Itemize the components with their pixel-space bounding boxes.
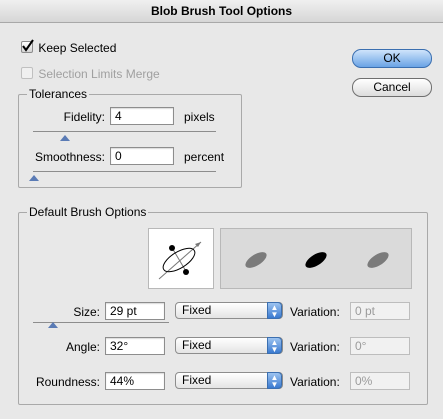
roundness-input[interactable]: 44% bbox=[105, 372, 165, 390]
angle-variation-label: Variation: bbox=[290, 340, 340, 354]
selection-limits-merge-checkbox[interactable]: Selection Limits Merge bbox=[21, 66, 160, 81]
cancel-button[interactable]: Cancel bbox=[352, 78, 432, 97]
fidelity-label: Fidelity: bbox=[63, 110, 105, 124]
checkbox-icon bbox=[21, 67, 33, 79]
tolerances-legend: Tolerances bbox=[27, 87, 90, 101]
roundness-mode-value: Fixed bbox=[182, 373, 212, 387]
smoothness-input[interactable]: 0 bbox=[110, 147, 174, 165]
size-variation-label: Variation: bbox=[290, 305, 340, 319]
angle-mode-value: Fixed bbox=[182, 338, 212, 352]
roundness-mode-select[interactable]: Fixed ▲ ▼ bbox=[175, 372, 283, 389]
roundness-label: Roundness: bbox=[35, 375, 100, 389]
dialog-title: Blob Brush Tool Options bbox=[0, 0, 443, 23]
size-mode-select[interactable]: Fixed ▲ ▼ bbox=[175, 302, 283, 319]
size-variation-input[interactable]: 0 pt bbox=[350, 302, 410, 320]
angle-input[interactable]: 32° bbox=[105, 337, 165, 355]
roundness-variation-label: Variation: bbox=[290, 375, 340, 389]
angle-label: Angle: bbox=[65, 340, 100, 354]
angle-variation-input[interactable]: 0° bbox=[350, 337, 410, 355]
default-brush-options-legend: Default Brush Options bbox=[27, 205, 149, 219]
dialog-window: Blob Brush Tool Options Keep Selected Se… bbox=[0, 0, 443, 419]
brush-preview-icon bbox=[245, 252, 389, 268]
checkbox-icon bbox=[21, 39, 34, 53]
slider-thumb-icon[interactable] bbox=[60, 135, 70, 141]
smoothness-unit: percent bbox=[184, 150, 225, 164]
keep-selected-checkbox[interactable]: Keep Selected bbox=[21, 39, 117, 55]
roundness-variation-input[interactable]: 0% bbox=[350, 372, 410, 390]
angle-mode-select[interactable]: Fixed ▲ ▼ bbox=[175, 337, 283, 354]
brush-angle-icon bbox=[158, 241, 202, 280]
smoothness-slider-track[interactable] bbox=[33, 171, 216, 172]
fidelity-unit: pixels bbox=[184, 110, 215, 124]
fidelity-slider-track[interactable] bbox=[33, 131, 216, 132]
smoothness-label: Smoothness: bbox=[34, 150, 105, 164]
size-mode-value: Fixed bbox=[182, 303, 212, 317]
slider-thumb-icon[interactable] bbox=[29, 175, 39, 181]
brush-angle-preview[interactable] bbox=[148, 228, 214, 289]
brush-preview-panel bbox=[220, 228, 412, 289]
dropdown-arrow-icon: ▲ ▼ bbox=[267, 337, 282, 354]
dropdown-arrow-icon: ▲ ▼ bbox=[267, 372, 282, 389]
dropdown-arrow-icon: ▲ ▼ bbox=[267, 302, 282, 319]
slider-thumb-icon[interactable] bbox=[48, 322, 58, 328]
size-label: Size: bbox=[73, 305, 100, 319]
selection-limits-merge-label: Selection Limits Merge bbox=[38, 67, 160, 81]
keep-selected-label: Keep Selected bbox=[38, 41, 117, 55]
ok-button[interactable]: OK bbox=[352, 49, 432, 68]
fidelity-input[interactable]: 4 bbox=[110, 107, 174, 125]
size-input[interactable]: 29 pt bbox=[105, 302, 165, 320]
